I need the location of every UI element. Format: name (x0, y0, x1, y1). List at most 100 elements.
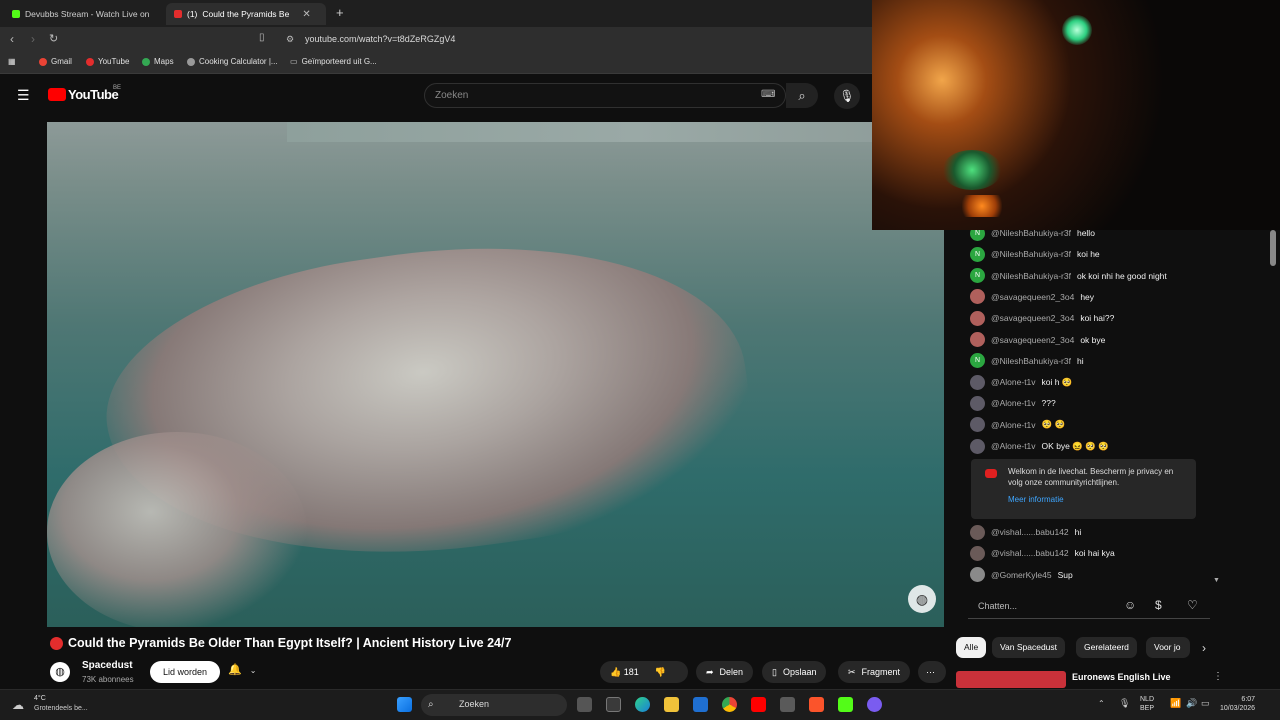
bookmark-icon[interactable]: ▯ (259, 32, 265, 43)
chat-author[interactable]: @vishal......babu142 (991, 548, 1069, 558)
chip-all[interactable]: Alle (956, 637, 987, 658)
mic-tray-icon[interactable]: 🎙 (1119, 698, 1130, 709)
more-info-link[interactable]: Meer informatie (1008, 494, 1186, 505)
channel-avatar[interactable]: ◍ (50, 662, 70, 682)
messenger-icon[interactable] (867, 697, 882, 712)
clock[interactable]: 6:07 10/03/2026 (1220, 695, 1255, 713)
bookmark-cooking-calculator[interactable]: Cooking Calculator |... (187, 57, 278, 66)
chat-avatar[interactable] (970, 524, 985, 540)
chat-avatar[interactable]: N (970, 353, 985, 369)
chat-avatar[interactable]: N (970, 268, 985, 284)
share-button[interactable]: ➦ Delen (696, 661, 754, 683)
weather-temp[interactable]: 4°C (34, 695, 46, 702)
chip-for-you[interactable]: Voor jo (1146, 637, 1190, 658)
tab-youtube-video[interactable]: (1) Could the Pyramids Be ✕ (166, 3, 326, 25)
chat-author[interactable]: @savagequeen2_3o4 (991, 313, 1074, 323)
youtube-app-icon[interactable] (751, 697, 766, 712)
chip-from-channel[interactable]: Van Spacedust (992, 637, 1066, 658)
search-input[interactable]: Zoeken (424, 83, 786, 108)
language-indicator[interactable]: NLD BEP (1140, 695, 1154, 713)
dislike-button[interactable]: 👎 (655, 667, 666, 678)
weather-icon[interactable]: ☁ (12, 698, 24, 712)
more-vert-icon[interactable]: ⋮ (1213, 671, 1223, 682)
heart-icon[interactable]: ♡ (1187, 598, 1198, 612)
chat-avatar[interactable]: N (970, 230, 985, 241)
chat-author[interactable]: @Alone-t1v (991, 377, 1036, 387)
chat-avatar[interactable] (970, 289, 985, 305)
chrome-icon[interactable] (722, 697, 737, 712)
volume-icon[interactable]: 🔊 (1186, 698, 1197, 709)
tray-chevron-icon[interactable]: ⌃ (1098, 699, 1105, 708)
recommended-title[interactable]: Euronews English Live (1072, 672, 1171, 682)
chat-author[interactable]: @vishal......babu142 (991, 527, 1069, 537)
wifi-icon[interactable]: 📶 (1170, 698, 1181, 709)
task-view-icon[interactable] (577, 697, 592, 712)
chip-related[interactable]: Gerelateerd (1076, 637, 1137, 658)
chat-avatar[interactable] (970, 310, 985, 326)
save-button[interactable]: ▯ Opslaan (762, 661, 827, 683)
more-actions-button[interactable]: ⋯ (918, 661, 946, 683)
forward-icon[interactable]: › (31, 32, 35, 46)
chat-author[interactable]: @NileshBahukiya-r3f (991, 271, 1071, 281)
bookmark-youtube[interactable]: YouTube (86, 57, 129, 66)
site-info-icon[interactable]: ⚙ (286, 34, 294, 45)
chat-avatar[interactable] (970, 545, 985, 561)
chat-author[interactable]: @savagequeen2_3o4 (991, 335, 1074, 345)
chat-author[interactable]: @GomerKyle45 (991, 570, 1052, 580)
outlook-icon[interactable] (693, 697, 708, 712)
brave-icon[interactable] (809, 697, 824, 712)
youtube-logo-icon[interactable] (48, 88, 66, 101)
file-explorer-icon[interactable] (664, 697, 679, 712)
keyboard-icon[interactable]: ⌨ (761, 89, 775, 100)
chat-author[interactable]: @NileshBahukiya-r3f (991, 356, 1071, 366)
bookmark-imported-folder[interactable]: ▭ Geïmporteerd uit G... (290, 57, 377, 66)
super-chat-icon[interactable]: $ (1155, 598, 1162, 612)
chevron-right-icon[interactable]: › (1202, 641, 1206, 655)
chat-avatar[interactable] (970, 417, 985, 433)
channel-watermark-icon[interactable]: ◍ (908, 585, 936, 613)
calculator-app-icon[interactable] (780, 697, 795, 712)
chat-author[interactable]: @NileshBahukiya-r3f (991, 230, 1071, 238)
search-button[interactable]: ⌕ (786, 83, 818, 108)
channel-name[interactable]: Spacedust (82, 660, 133, 671)
bookmark-maps[interactable]: Maps (142, 57, 174, 66)
menu-icon[interactable]: ☰ (17, 87, 30, 104)
chat-author[interactable]: @NileshBahukiya-r3f (991, 249, 1071, 259)
back-icon[interactable]: ‹ (10, 32, 14, 46)
notifications-button[interactable]: 🔔 ⌄ (228, 663, 256, 676)
chat-input[interactable]: Chatten... (968, 595, 1210, 619)
clip-button[interactable]: ✂ Fragment (838, 661, 911, 683)
video-player[interactable]: ◍ (47, 122, 944, 627)
chat-avatar[interactable] (970, 395, 985, 411)
chat-author[interactable]: @Alone-t1v (991, 420, 1036, 430)
voice-search-button[interactable]: 🎙 (834, 83, 860, 109)
scroll-down-icon[interactable]: ▼ (1213, 577, 1220, 584)
page-scrollbar[interactable] (1270, 230, 1276, 266)
tab-devubbs[interactable]: Devubbs Stream - Watch Live on (4, 3, 164, 25)
apps-grid-icon[interactable]: ▦ (8, 57, 16, 66)
address-input[interactable]: youtube.com/watch?v=t8dZeRGZgV4 (305, 34, 455, 44)
chat-author[interactable]: @savagequeen2_3o4 (991, 292, 1074, 302)
emoji-icon[interactable]: ☺ (1124, 598, 1136, 612)
chat-avatar[interactable] (970, 567, 985, 583)
chat-avatar[interactable] (970, 332, 985, 347)
chat-author[interactable]: @Alone-t1v (991, 398, 1036, 408)
like-button[interactable]: 👍 181 (610, 667, 639, 678)
kick-app-icon[interactable] (838, 697, 853, 712)
taskbar-search[interactable]: Zoeken (421, 694, 567, 716)
chat-avatar[interactable]: N (970, 246, 985, 262)
chat-author[interactable]: @Alone-t1v (991, 441, 1036, 451)
youtube-logo-text[interactable]: YouTube (68, 87, 119, 102)
windows-start-icon[interactable] (397, 697, 412, 712)
battery-icon[interactable]: ▭ (1201, 698, 1210, 709)
join-button[interactable]: Lid worden (150, 661, 220, 683)
chat-avatar[interactable] (970, 438, 985, 454)
chat-avatar[interactable] (970, 374, 985, 390)
weather-desc[interactable]: Grotendeels be... (34, 705, 88, 712)
new-tab-button[interactable]: + (336, 5, 344, 20)
store-icon[interactable] (606, 697, 621, 712)
reload-icon[interactable]: ↻ (49, 32, 58, 45)
edge-icon[interactable] (635, 697, 650, 712)
recommended-thumbnail[interactable] (956, 671, 1066, 688)
bookmark-gmail[interactable]: Gmail (39, 57, 72, 66)
